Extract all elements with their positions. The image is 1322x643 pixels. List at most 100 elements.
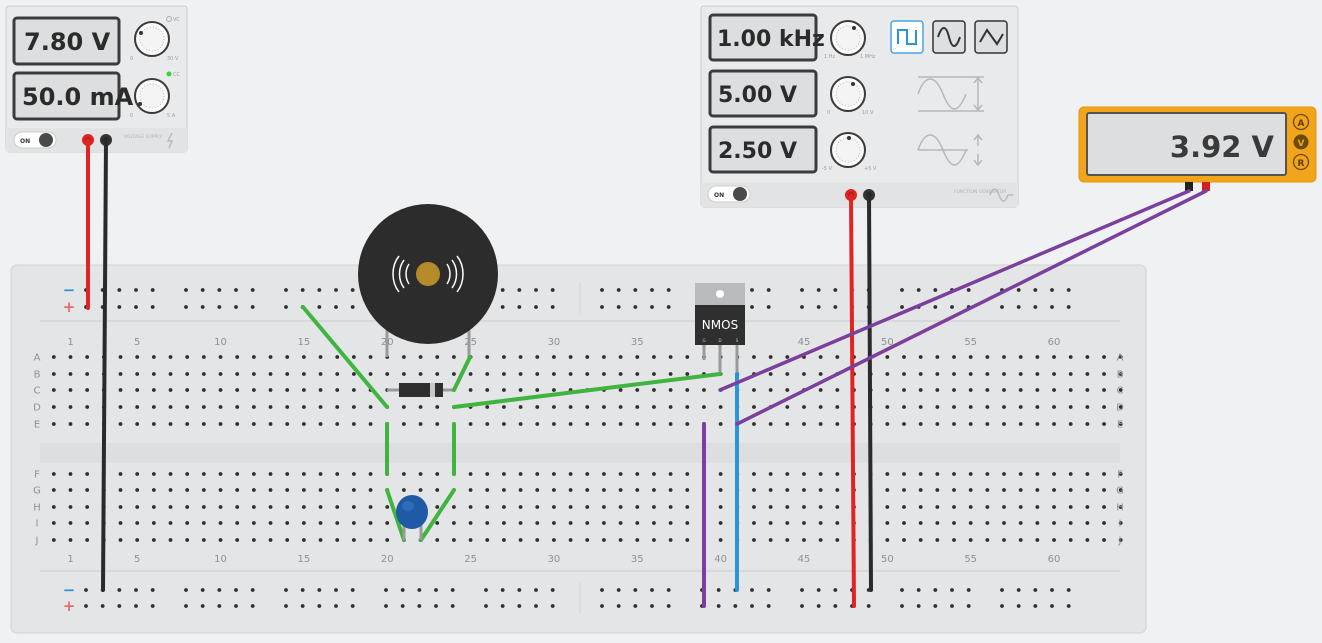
rail-hole[interactable] [250, 288, 255, 292]
breadboard-hole[interactable] [151, 355, 156, 359]
breadboard-hole[interactable] [168, 388, 173, 392]
breadboard-hole[interactable] [351, 372, 356, 376]
breadboard-hole[interactable] [935, 505, 940, 509]
breadboard-hole[interactable] [1102, 422, 1106, 426]
breadboard-hole[interactable] [1018, 372, 1023, 376]
breadboard-hole[interactable] [818, 372, 823, 376]
breadboard-hole[interactable] [502, 405, 506, 409]
breadboard-hole[interactable] [301, 488, 306, 492]
breadboard-hole[interactable] [402, 472, 406, 476]
breadboard-hole[interactable] [685, 372, 690, 376]
breadboard-hole[interactable] [718, 488, 723, 492]
breadboard-hole[interactable] [251, 388, 256, 392]
breadboard-hole[interactable] [368, 372, 373, 376]
rail-hole[interactable] [200, 288, 205, 292]
breadboard-hole[interactable] [85, 355, 90, 359]
breadboard-hole[interactable] [1035, 422, 1040, 426]
breadboard-hole[interactable] [1068, 405, 1073, 409]
breadboard-hole[interactable] [468, 505, 473, 509]
breadboard-hole[interactable] [652, 422, 656, 426]
breadboard-hole[interactable] [251, 505, 256, 509]
rail-hole[interactable] [200, 588, 205, 592]
breadboard-hole[interactable] [1102, 355, 1106, 359]
breadboard-hole[interactable] [818, 422, 823, 426]
rail-hole[interactable] [500, 305, 505, 309]
rail-hole[interactable] [84, 588, 88, 592]
breadboard-hole[interactable] [918, 505, 923, 509]
breadboard-hole[interactable] [685, 488, 690, 492]
breadboard-hole[interactable] [118, 355, 123, 359]
rail-hole[interactable] [484, 588, 488, 592]
breadboard-hole[interactable] [835, 505, 840, 509]
rail-hole[interactable] [517, 588, 522, 592]
breadboard-hole[interactable] [251, 538, 256, 542]
rail-hole[interactable] [950, 305, 954, 309]
rail-hole[interactable] [317, 288, 322, 292]
breadboard-hole[interactable] [985, 521, 990, 525]
rail-hole[interactable] [1000, 588, 1004, 592]
breadboard-hole[interactable] [585, 355, 590, 359]
breadboard-hole[interactable] [952, 355, 956, 359]
rail-hole[interactable] [217, 305, 222, 309]
breadboard-hole[interactable] [935, 355, 940, 359]
breadboard-hole[interactable] [718, 521, 723, 525]
breadboard-hole[interactable] [652, 472, 656, 476]
breadboard-hole[interactable] [335, 505, 340, 509]
rail-hole[interactable] [250, 305, 255, 309]
breadboard-hole[interactable] [168, 372, 173, 376]
breadboard-hole[interactable] [168, 355, 173, 359]
breadboard-hole[interactable] [802, 372, 806, 376]
rail-hole[interactable] [134, 288, 138, 292]
breadboard-hole[interactable] [518, 355, 523, 359]
breadboard-hole[interactable] [1035, 538, 1040, 542]
breadboard-hole[interactable] [1068, 538, 1073, 542]
breadboard-hole[interactable] [185, 355, 190, 359]
breadboard-hole[interactable] [435, 422, 440, 426]
mode-ohmmeter-button[interactable]: R [1292, 153, 1310, 171]
breadboard-hole[interactable] [552, 521, 556, 525]
rail-hole[interactable] [234, 604, 238, 608]
rail-hole[interactable] [616, 588, 621, 592]
breadboard-hole[interactable] [68, 388, 73, 392]
breadboard-hole[interactable] [185, 488, 190, 492]
breadboard-hole[interactable] [935, 372, 940, 376]
breadboard-hole[interactable] [1052, 355, 1056, 359]
breadboard-hole[interactable] [351, 505, 356, 509]
current-knob[interactable] [134, 78, 170, 114]
breadboard-hole[interactable] [68, 405, 73, 409]
breadboard-hole[interactable] [535, 521, 540, 525]
breadboard-hole[interactable] [502, 488, 506, 492]
rail-hole[interactable] [1033, 288, 1038, 292]
breadboard-hole[interactable] [335, 538, 340, 542]
breadboard-hole[interactable] [985, 472, 990, 476]
breadboard-hole[interactable] [118, 405, 123, 409]
breadboard-hole[interactable] [368, 505, 373, 509]
breadboard-hole[interactable] [135, 388, 140, 392]
breadboard-hole[interactable] [518, 488, 523, 492]
breadboard-hole[interactable] [835, 521, 840, 525]
breadboard-hole[interactable] [902, 372, 906, 376]
breadboard-hole[interactable] [1085, 538, 1090, 542]
breadboard-hole[interactable] [318, 472, 323, 476]
breadboard-hole[interactable] [468, 422, 473, 426]
breadboard-hole[interactable] [1085, 372, 1090, 376]
breadboard-hole[interactable] [1102, 521, 1106, 525]
breadboard-hole[interactable] [802, 521, 806, 525]
breadboard-hole[interactable] [935, 422, 940, 426]
rail-hole[interactable] [1050, 305, 1054, 309]
breadboard-hole[interactable] [685, 422, 690, 426]
breadboard-hole[interactable] [718, 422, 723, 426]
breadboard-hole[interactable] [402, 488, 406, 492]
breadboard-hole[interactable] [1018, 355, 1023, 359]
breadboard-hole[interactable] [318, 405, 323, 409]
breadboard-hole[interactable] [968, 521, 973, 525]
rail-hole[interactable] [916, 604, 921, 608]
breadboard-hole[interactable] [652, 355, 656, 359]
breadboard-hole[interactable] [51, 472, 56, 476]
rail-hole[interactable] [933, 588, 938, 592]
breadboard-hole[interactable] [435, 505, 440, 509]
breadboard-hole[interactable] [635, 405, 640, 409]
breadboard-hole[interactable] [485, 472, 490, 476]
breadboard-hole[interactable] [668, 405, 673, 409]
rail-hole[interactable] [900, 288, 904, 292]
